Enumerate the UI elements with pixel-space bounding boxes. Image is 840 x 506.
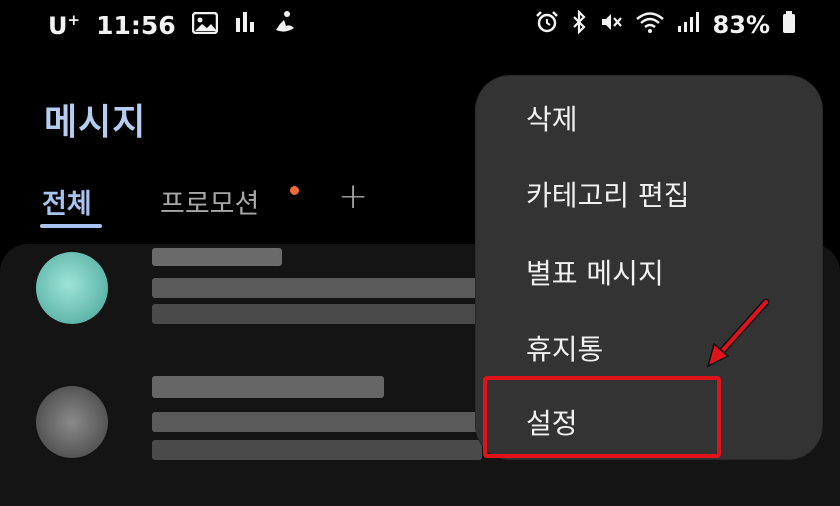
- message-preview: [152, 278, 482, 298]
- message-preview-line-2: [152, 440, 482, 460]
- sender-name: [152, 248, 282, 266]
- battery-icon: [782, 10, 796, 40]
- menu-item-trash[interactable]: 휴지통: [526, 328, 603, 368]
- fitness-icon: [272, 10, 298, 40]
- avatar: [36, 252, 108, 324]
- avatar: [36, 386, 108, 458]
- chart-icon: [234, 10, 256, 40]
- wifi-icon: [635, 10, 665, 40]
- page-title: 메시지: [44, 102, 147, 143]
- gallery-icon: [191, 11, 218, 40]
- menu-item-delete[interactable]: 삭제: [526, 98, 578, 138]
- menu-item-starred-messages[interactable]: 별표 메시지: [526, 252, 664, 292]
- tab-promotion[interactable]: 프로모션: [160, 182, 259, 221]
- message-preview: [152, 412, 482, 432]
- bluetooth-icon: [571, 9, 587, 40]
- status-bar: U+ 11:56 83%: [0, 0, 840, 52]
- menu-item-edit-categories[interactable]: 카테고리 편집: [526, 174, 689, 214]
- category-tabs: 전체 프로모션 +: [40, 176, 480, 230]
- settings-highlight-box: [483, 376, 721, 458]
- signal-icon: [677, 10, 701, 40]
- sender-name: [152, 376, 384, 398]
- status-left: U+ 11:56: [48, 10, 298, 40]
- alarm-icon: [535, 10, 559, 40]
- battery-percent: 83%: [712, 11, 770, 39]
- carrier-label: U+: [48, 10, 81, 40]
- annotation-arrow-icon: [706, 298, 770, 368]
- status-right: 83%: [535, 9, 796, 40]
- new-badge-dot: [290, 186, 299, 195]
- tab-all[interactable]: 전체: [42, 182, 92, 221]
- clock: 11:56: [96, 10, 176, 40]
- message-preview-line-2: [152, 304, 482, 324]
- add-category-button[interactable]: +: [338, 176, 368, 217]
- active-tab-indicator: [40, 224, 102, 228]
- mute-icon: [599, 10, 623, 40]
